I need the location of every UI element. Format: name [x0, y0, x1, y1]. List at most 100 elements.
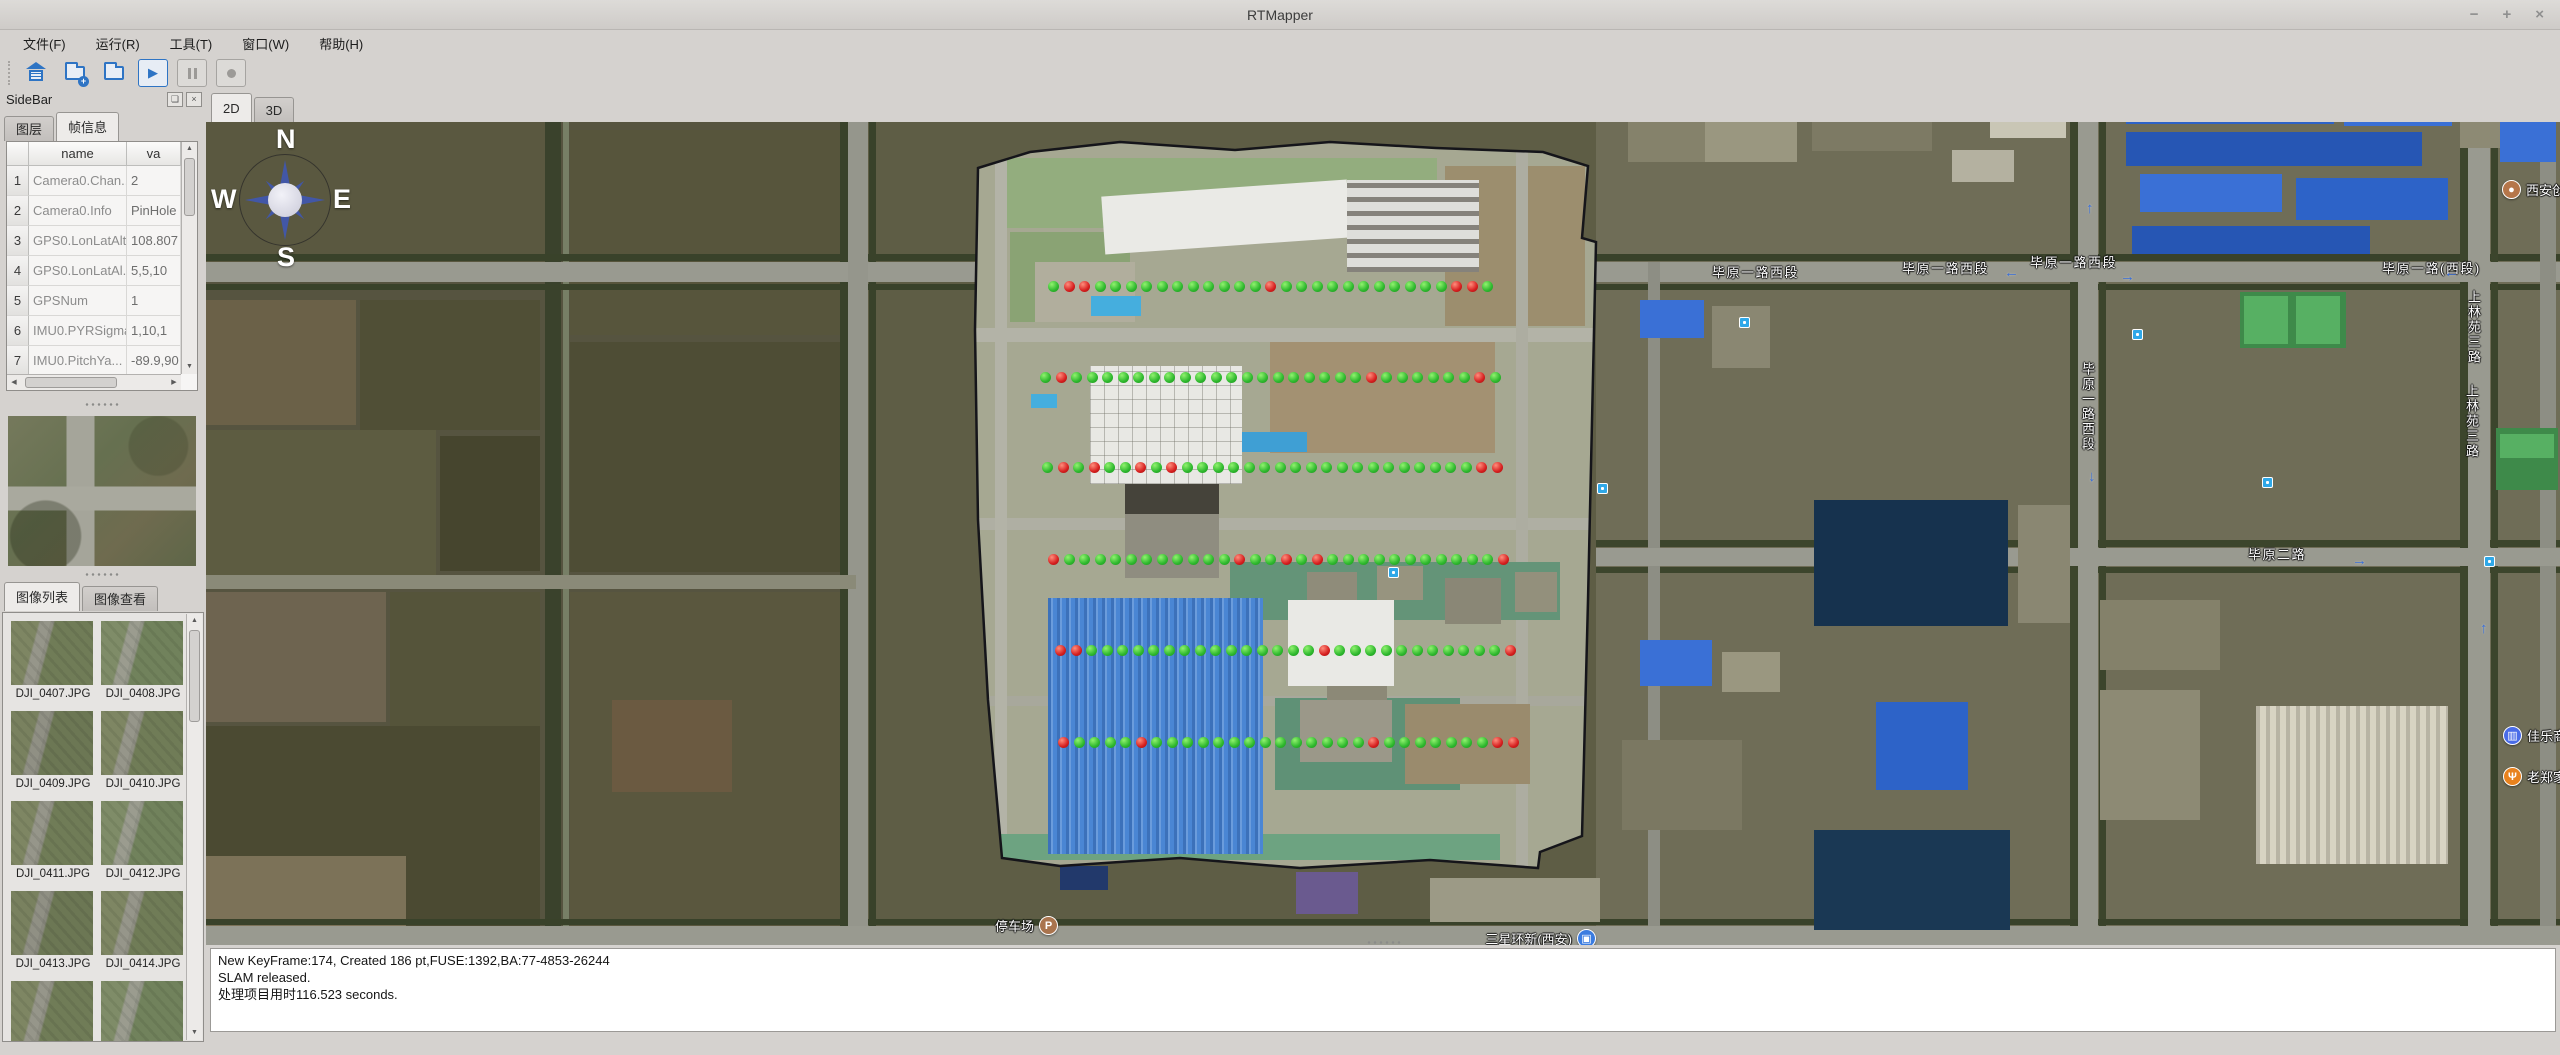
table-row[interactable]: 5GPSNum1: [7, 286, 181, 316]
table-row[interactable]: 4GPS0.LonLatAl...5,5,10: [7, 256, 181, 286]
image-list-item[interactable]: DJI_0409.JPG: [11, 711, 95, 790]
image-thumbnail[interactable]: [11, 891, 93, 955]
keyframe-dot-green: [1358, 554, 1369, 565]
ortho-block: [1048, 598, 1263, 854]
keyframe-dot-red: [1467, 281, 1478, 292]
keyframe-dot-green: [1352, 462, 1363, 473]
menu-item[interactable]: 窗口(W): [227, 31, 304, 56]
column-header[interactable]: va: [127, 142, 181, 166]
keyframe-dot-green: [1182, 462, 1193, 473]
view-tab-2D[interactable]: 2D: [211, 93, 252, 122]
scroll-right-icon[interactable]: ▶: [167, 375, 181, 390]
image-thumbnail[interactable]: [11, 801, 93, 865]
image-list-item[interactable]: [101, 981, 185, 1041]
image-thumbnail[interactable]: [11, 711, 93, 775]
folder-icon[interactable]: [99, 59, 129, 87]
sidebar-tab-图层[interactable]: 图层: [4, 116, 54, 141]
selected-image-preview: [8, 416, 196, 566]
image-list-item[interactable]: [11, 981, 95, 1041]
image-list-item[interactable]: DJI_0412.JPG: [101, 801, 185, 880]
title-bar[interactable]: RTMapper − + ×: [0, 0, 2560, 30]
param-name: Camera0.Chan...: [29, 166, 127, 196]
play-icon[interactable]: ▶: [138, 59, 168, 87]
keyframe-dot-green: [1241, 645, 1252, 656]
image-list-item[interactable]: DJI_0410.JPG: [101, 711, 185, 790]
image-thumbnail[interactable]: [11, 621, 93, 685]
image-list-item[interactable]: DJI_0411.JPG: [11, 801, 95, 880]
image-thumbnail[interactable]: [101, 891, 183, 955]
sidebar-float-icon[interactable]: ❏: [167, 92, 183, 107]
menu-item[interactable]: 运行(R): [81, 31, 155, 56]
open-project-folder-icon[interactable]: +: [60, 59, 90, 87]
keyframe-dot-green: [1250, 281, 1261, 292]
scroll-up-icon[interactable]: ▲: [187, 614, 202, 628]
keyframe-dot-green: [1273, 372, 1284, 383]
sidebar-splitter[interactable]: [84, 572, 120, 577]
sidebar-close-icon[interactable]: ×: [186, 92, 202, 107]
keyframe-dot-green: [1089, 737, 1100, 748]
ortho-block: [1125, 514, 1219, 578]
close-icon[interactable]: ×: [2535, 0, 2544, 30]
scroll-left-icon[interactable]: ◀: [7, 375, 21, 390]
sidebar-splitter[interactable]: [84, 402, 120, 407]
table-row[interactable]: 6IMU0.PYRSigma1,10,1: [7, 316, 181, 346]
view-tab-3D[interactable]: 3D: [254, 97, 295, 122]
map-canvas[interactable]: 毕原一路西段毕原一路西段毕原一路西段毕原一路(西段)毕原二路毕原一路西段上林苑三…: [206, 122, 2560, 945]
image-tab-图像列表[interactable]: 图像列表: [4, 582, 80, 611]
column-header[interactable]: [7, 142, 29, 166]
keyframe-dot-green: [1451, 554, 1462, 565]
table-row[interactable]: 1Camera0.Chan...2: [7, 166, 181, 196]
scroll-thumb[interactable]: [25, 377, 117, 388]
image-list-item[interactable]: DJI_0413.JPG: [11, 891, 95, 970]
table-vscrollbar[interactable]: ▲ ▼: [181, 142, 197, 374]
keyframe-dot-green: [1389, 281, 1400, 292]
image-thumbnail[interactable]: [101, 711, 183, 775]
column-header[interactable]: name: [29, 142, 127, 166]
scroll-down-icon[interactable]: ▼: [187, 1026, 202, 1040]
menu-item[interactable]: 工具(T): [155, 31, 228, 56]
scroll-up-icon[interactable]: ▲: [182, 142, 197, 156]
maximize-icon[interactable]: +: [2502, 0, 2511, 30]
menu-item[interactable]: 文件(F): [8, 31, 81, 56]
image-list-item[interactable]: DJI_0407.JPG: [11, 621, 95, 700]
terrain-block: [1060, 866, 1108, 890]
image-tab-图像查看[interactable]: 图像查看: [82, 586, 158, 611]
terrain-block: [848, 122, 868, 945]
table-row[interactable]: 3GPS0.LonLatAlt108.807: [7, 226, 181, 256]
keyframe-dot-green: [1086, 645, 1097, 656]
scroll-down-icon[interactable]: ▼: [182, 360, 197, 374]
image-filename: DJI_0412.JPG: [101, 865, 185, 880]
image-thumbnail[interactable]: [101, 981, 183, 1041]
keyframe-dot-green: [1179, 645, 1190, 656]
table-hscrollbar[interactable]: ◀ ▶: [7, 374, 181, 390]
image-list-vscrollbar[interactable]: ▲ ▼: [186, 614, 202, 1040]
keyframe-dot-green: [1489, 645, 1500, 656]
home-icon[interactable]: [21, 59, 51, 87]
terrain-block: [2100, 690, 2200, 820]
keyframe-dot-green: [1474, 645, 1485, 656]
table-row[interactable]: 7IMU0.PitchYa...-89.9,90: [7, 346, 181, 374]
street-label: 毕原一路西段: [2078, 362, 2097, 452]
log-splitter[interactable]: [1366, 940, 1402, 945]
minimize-icon[interactable]: −: [2470, 0, 2479, 30]
scroll-thumb[interactable]: [189, 630, 200, 722]
keyframe-dot-green: [1087, 372, 1098, 383]
keyframe-dot-green: [1275, 737, 1286, 748]
image-list-item[interactable]: DJI_0414.JPG: [101, 891, 185, 970]
poi-label: 停车场: [995, 916, 1034, 935]
toolbar-drag-handle[interactable]: [8, 61, 13, 85]
sidebar-tab-帧信息[interactable]: 帧信息: [56, 112, 119, 141]
keyframe-dot-green: [1365, 645, 1376, 656]
table-row[interactable]: 2Camera0.InfoPinHole: [7, 196, 181, 226]
image-list-item[interactable]: DJI_0408.JPG: [101, 621, 185, 700]
menu-item[interactable]: 帮助(H): [304, 31, 378, 56]
image-thumbnail[interactable]: [101, 621, 183, 685]
road-direction-arrow-icon: →: [2352, 552, 2367, 569]
image-thumbnail[interactable]: [11, 981, 93, 1041]
keyframe-dot-green: [1337, 737, 1348, 748]
ortho-block: [995, 142, 1007, 868]
image-thumbnail[interactable]: [101, 801, 183, 865]
map-poi-icon: [2262, 477, 2273, 488]
keyframe-dot-green: [1445, 462, 1456, 473]
scroll-thumb[interactable]: [184, 158, 195, 216]
